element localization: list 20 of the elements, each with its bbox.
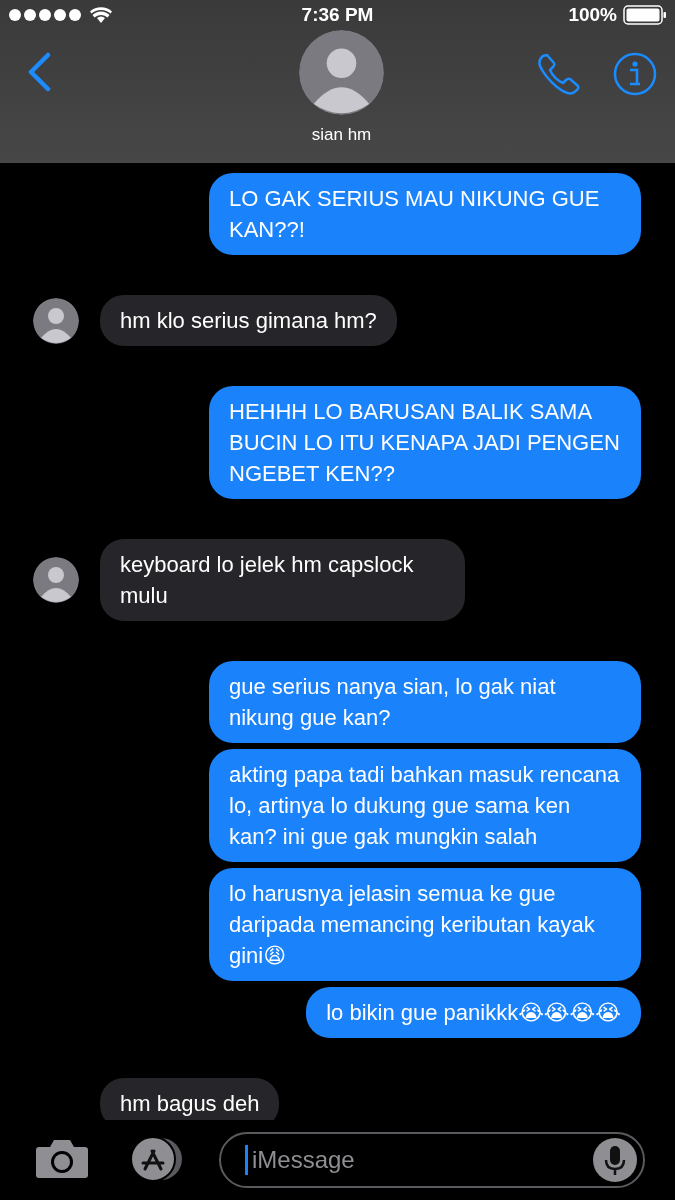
message-bubble: LO GAK SERIUS MAU NIKUNG GUE KAN??! [209,173,641,255]
message-bubble: gue serius nanya sian, lo gak niat nikung gue kan? [209,661,641,743]
contact-name[interactable]: sian hm [311,125,372,145]
message-bubble: HEHHH LO BARUSAN BALIK SAMA BUCIN LO ITU KENAPA JADI PENGEN NGEBET KEN?? [209,386,641,499]
battery-icon [623,5,667,25]
text-cursor [245,1145,248,1175]
avatar[interactable] [299,30,384,115]
message-bubble: lo harusnya jelasin semua ke gue daripada memancing keributan kayak gini😩 [209,868,641,981]
wifi-icon [90,7,112,23]
message-bubble: hm klo serius gimana hm? [100,295,397,346]
message-bubble: akting papa tadi bahkan masuk rencana lo, artinya lo dukung gue sama ken kan? ini gue gak mungkin salah [209,749,641,862]
microphone-icon[interactable] [593,1138,637,1182]
message-bubble: hm bagus deh [100,1078,280,1120]
message-input[interactable]: iMessage [252,1146,589,1174]
message-bubble: keyboard lo jelek hm capslock mulu [100,539,465,621]
signal-icon [8,8,84,22]
message-bubble: lo bikin gue panikkk😭😭😭😭 [306,987,641,1038]
status-time: 7:36 PM [301,4,374,26]
message-field[interactable]: iMessage [219,1132,645,1188]
battery-percent: 100% [568,4,617,26]
